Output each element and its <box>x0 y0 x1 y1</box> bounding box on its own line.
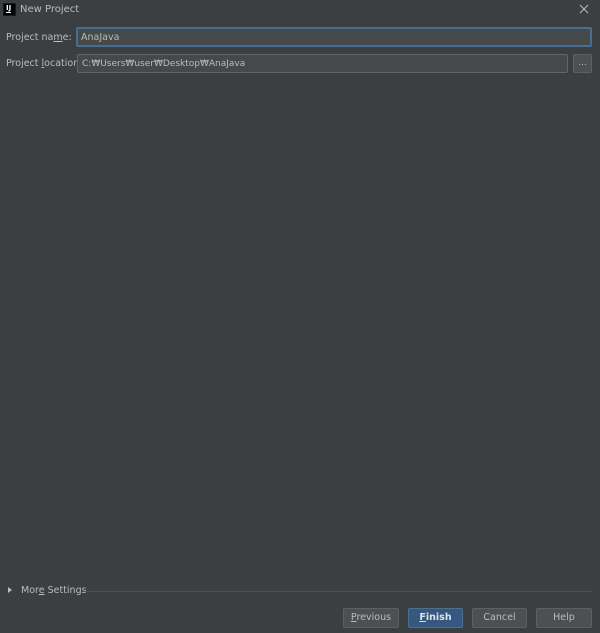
more-settings-label: More Settings <box>21 585 87 596</box>
browse-location-button[interactable]: ... <box>573 54 592 73</box>
window-title: New Project <box>20 4 80 15</box>
cancel-button[interactable]: Cancel <box>472 608 527 628</box>
project-location-input[interactable] <box>77 54 568 73</box>
close-button[interactable] <box>577 2 591 16</box>
title-bar: IJ New Project <box>0 0 600 22</box>
more-settings-divider <box>84 591 592 592</box>
intellij-idea-icon: IJ <box>3 3 16 16</box>
app-icon-text: IJ <box>6 4 12 12</box>
project-name-label: Project name: <box>6 32 72 43</box>
previous-button[interactable]: Previous <box>343 608 399 628</box>
finish-button[interactable]: Finish <box>408 608 463 628</box>
close-icon <box>579 4 589 14</box>
new-project-dialog: IJ New Project Project name: Project loc… <box>0 0 600 633</box>
project-location-label: Project location: <box>6 58 83 69</box>
expand-arrow-icon <box>8 587 12 593</box>
help-button[interactable]: Help <box>536 608 592 628</box>
project-name-input[interactable] <box>76 27 592 47</box>
